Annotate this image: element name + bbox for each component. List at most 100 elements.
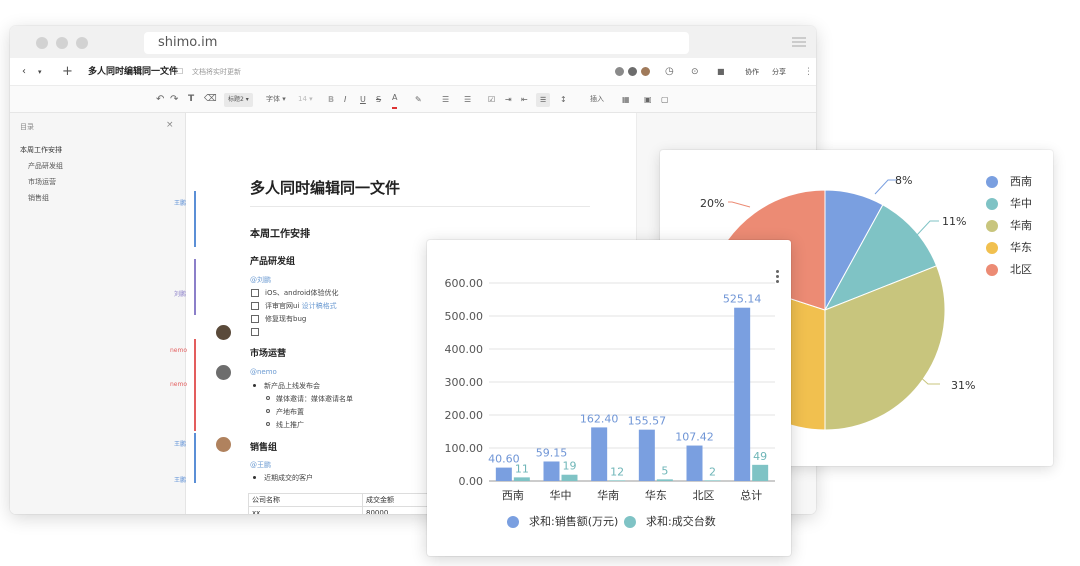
ordered-list-icon[interactable]: ☰: [442, 86, 449, 113]
line-height-icon[interactable]: ↕: [560, 86, 567, 113]
task-checkbox[interactable]: [251, 315, 259, 323]
close-window-button[interactable]: [36, 37, 48, 49]
close-icon[interactable]: ×: [166, 120, 174, 130]
legend-label: 华东: [1010, 241, 1032, 254]
highlight-icon[interactable]: ✎: [415, 86, 422, 113]
format-painter-icon[interactable]: T: [188, 86, 194, 113]
bar-sales[interactable]: [686, 445, 703, 481]
bullet-list-icon[interactable]: ☰: [464, 86, 471, 113]
group-heading: 销售组: [250, 443, 278, 453]
task-checkbox[interactable]: [251, 302, 259, 310]
bar-units[interactable]: [656, 479, 673, 481]
mention[interactable]: @刘鹏: [250, 275, 271, 285]
pie-label: 8%: [895, 174, 912, 187]
mention[interactable]: @王鹏: [250, 460, 271, 470]
avatar: [216, 325, 231, 340]
pie-leader-line: [916, 220, 939, 236]
y-tick-label: 300.00: [445, 376, 484, 389]
document-title: 多人同时编辑同一文件: [88, 67, 179, 77]
minimize-window-button[interactable]: [56, 37, 68, 49]
menu-icon[interactable]: [792, 37, 806, 47]
outline-title: 目录: [20, 123, 34, 131]
data-label: 162.40: [580, 412, 619, 425]
play-icon[interactable]: ⊙: [691, 58, 699, 86]
new-doc-icon[interactable]: +: [62, 58, 73, 86]
bar-units[interactable]: [513, 477, 530, 481]
avatar[interactable]: [640, 66, 651, 77]
legend-label: 求和:销售额(万元): [529, 515, 619, 528]
bar-sales[interactable]: [638, 429, 655, 481]
bar-sales[interactable]: [591, 427, 608, 481]
data-label: 12: [610, 465, 624, 478]
legend-label: 华南: [1010, 219, 1032, 232]
maximize-window-button[interactable]: [76, 37, 88, 49]
pie-leader-line: [874, 179, 897, 195]
text-color-icon[interactable]: A: [392, 89, 398, 109]
bar-sales[interactable]: [734, 307, 751, 481]
outline-item[interactable]: 产品研发组: [28, 161, 63, 171]
share-button[interactable]: 分享: [766, 64, 792, 80]
italic-icon[interactable]: I: [344, 86, 346, 113]
outdent-icon[interactable]: ⇤: [521, 86, 528, 113]
history-icon[interactable]: ◷: [665, 58, 674, 86]
avatar[interactable]: [614, 66, 625, 77]
list-item: 产地布置: [276, 408, 304, 416]
underline-icon[interactable]: U: [360, 86, 366, 113]
bookmark-icon[interactable]: ☐: [176, 58, 183, 86]
data-label: 107.42: [675, 431, 714, 444]
outline-item[interactable]: 销售组: [28, 193, 49, 203]
link[interactable]: 设计稿格式: [302, 302, 337, 310]
clear-format-icon[interactable]: ⌫: [204, 86, 217, 113]
bar-sales[interactable]: [543, 461, 560, 481]
bar-units[interactable]: [704, 480, 721, 481]
bar-units[interactable]: [752, 464, 769, 481]
author-label: nemo: [170, 381, 188, 388]
bar-chart-card: 0.00 100.00 200.00 300.00 400.00 500.00 600.00…: [427, 240, 791, 556]
table-icon[interactable]: ▦: [622, 86, 630, 113]
heading-select-value: 标题2: [228, 96, 244, 103]
comment-icon[interactable]: ▢: [661, 86, 669, 113]
y-tick-label: 0.00: [459, 475, 484, 488]
task-checkbox[interactable]: [251, 289, 259, 297]
back-icon[interactable]: ‹: [22, 58, 26, 86]
outline-item[interactable]: 本周工作安排: [20, 145, 62, 155]
table-header: 公司名称: [248, 493, 363, 507]
undo-icon[interactable]: ↶: [156, 86, 164, 113]
chevron-down-icon[interactable]: ▾: [38, 58, 42, 86]
align-icon[interactable]: ☰: [536, 93, 551, 107]
format-toolbar: ↶ ↷ T ⌫ 标题2 ▾ 字体 ▾ 14 ▾ B I U S A ✎ ☰ ☰ …: [10, 86, 816, 113]
image-icon[interactable]: ▣: [644, 86, 652, 113]
avatar[interactable]: [627, 66, 638, 77]
data-label: 5: [661, 464, 668, 477]
avatar: [216, 365, 231, 380]
bold-icon[interactable]: B: [328, 86, 334, 113]
checklist-icon[interactable]: ☑: [488, 86, 495, 113]
indent-icon[interactable]: ⇥: [505, 86, 512, 113]
heading-select[interactable]: 标题2 ▾: [224, 93, 253, 107]
strikethrough-icon[interactable]: S: [376, 86, 381, 113]
bullet: [253, 476, 256, 479]
more-icon[interactable]: ⋮: [804, 58, 813, 86]
mention[interactable]: @nemo: [250, 368, 277, 376]
font-select[interactable]: 字体 ▾: [266, 86, 286, 113]
group-heading: 产品研发组: [250, 257, 296, 267]
sync-status: 文档将实时更新: [192, 68, 241, 76]
data-label: 2: [709, 465, 716, 478]
legend-label: 西南: [1010, 175, 1032, 188]
address-bar[interactable]: shimo.im: [144, 32, 689, 54]
bar-chart: 0.00 100.00 200.00 300.00 400.00 500.00 600.00…: [445, 277, 775, 502]
task-checkbox[interactable]: [251, 328, 259, 336]
collaborate-button[interactable]: 协作: [739, 64, 765, 80]
insert-menu[interactable]: 插入: [590, 86, 604, 113]
list-item: 近期成交的客户: [264, 474, 313, 482]
table-cell[interactable]: xx: [248, 506, 363, 514]
video-icon[interactable]: ■: [717, 58, 725, 86]
bar-units[interactable]: [609, 480, 626, 481]
redo-icon[interactable]: ↷: [170, 86, 178, 113]
task-text: iOS、android体验优化: [265, 289, 339, 297]
bar-units[interactable]: [561, 474, 578, 481]
avatar: [216, 437, 231, 452]
outline-item[interactable]: 市场运营: [28, 177, 56, 187]
bar-sales[interactable]: [495, 467, 512, 481]
size-select[interactable]: 14 ▾: [298, 86, 313, 113]
